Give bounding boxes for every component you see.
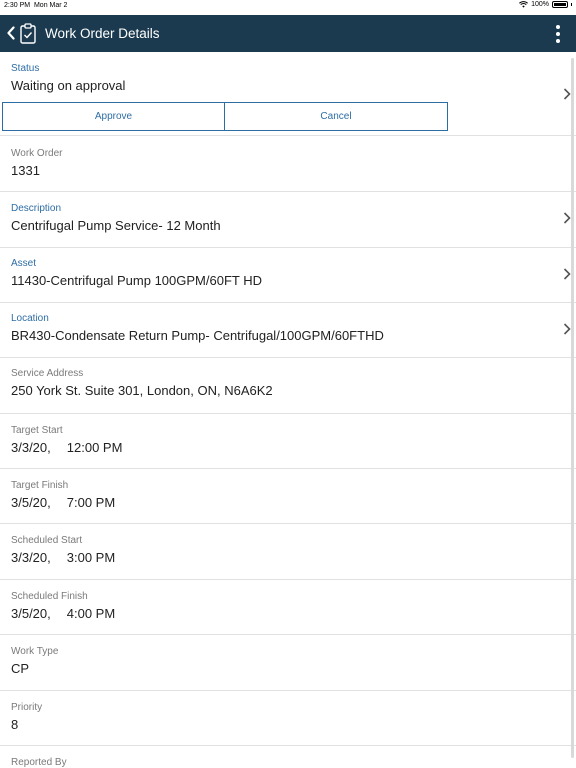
battery-percent: 100% [531, 1, 549, 8]
status-time: 2:30 PM Mon Mar 2 [4, 2, 68, 9]
field-value: 8 [11, 717, 19, 732]
status-value: Waiting on approval [11, 78, 126, 93]
field-label: Target Finish [11, 480, 69, 491]
field-work-type: Work Type CP [0, 635, 576, 691]
wifi-icon [519, 1, 529, 8]
page-title: Work Order Details [45, 26, 160, 41]
more-vertical-icon [556, 25, 560, 29]
status-right: 100% [519, 1, 572, 8]
field-label: Reported By [11, 757, 67, 768]
field-scheduled-start: Scheduled Start 3/3/20, 3:00 PM [0, 524, 576, 580]
chevron-left-icon [7, 26, 15, 40]
field-value: 3/5/20, 7:00 PM [11, 495, 116, 510]
app-header: Work Order Details [0, 15, 576, 52]
field-target-finish: Target Finish 3/5/20, 7:00 PM [0, 469, 576, 524]
field-value: Centrifugal Pump Service- 12 Month [11, 218, 221, 233]
field-label: Service Address [11, 368, 84, 379]
vertical-scrollbar[interactable] [571, 58, 574, 758]
field-label: Work Order [11, 148, 63, 159]
field-work-order: Work Order 1331 [0, 136, 576, 192]
field-label: Location [11, 313, 49, 324]
chevron-right-icon [563, 88, 571, 100]
field-asset[interactable]: Asset 11430-Centrifugal Pump 100GPM/60FT… [0, 248, 576, 303]
field-scheduled-finish: Scheduled Finish 3/5/20, 4:00 PM [0, 580, 576, 635]
field-label: Scheduled Finish [11, 591, 88, 602]
chevron-right-icon [563, 268, 571, 280]
field-label: Work Type [11, 646, 59, 657]
battery-icon [552, 1, 568, 8]
field-value: 3/5/20, 4:00 PM [11, 606, 116, 621]
field-reported-by: Reported By [0, 746, 576, 768]
field-description[interactable]: Description Centrifugal Pump Service- 12… [0, 192, 576, 248]
clipboard-check-icon [20, 23, 36, 44]
field-value: 250 York St. Suite 301, London, ON, N6A6… [11, 383, 273, 398]
field-label: Asset [11, 258, 37, 269]
field-value: 3/3/20, 12:00 PM [11, 440, 123, 455]
field-location[interactable]: Location BR430-Condensate Return Pump- C… [0, 303, 576, 358]
status-row[interactable]: Status Waiting on approval Approve Cance… [0, 52, 576, 136]
field-value: 1331 [11, 163, 40, 178]
field-label: Target Start [11, 425, 63, 436]
field-value: CP [11, 661, 30, 676]
field-label: Scheduled Start [11, 535, 83, 546]
field-label: Description [11, 203, 62, 214]
approve-button[interactable]: Approve [2, 102, 225, 131]
cancel-button[interactable]: Cancel [225, 102, 448, 131]
field-target-start: Target Start 3/3/20, 12:00 PM [0, 414, 576, 469]
field-value: 11430-Centrifugal Pump 100GPM/60FT HD [11, 273, 262, 288]
field-value: 3/3/20, 3:00 PM [11, 550, 116, 565]
status-actions: Approve Cancel [2, 102, 448, 131]
system-status-bar: 2:30 PM Mon Mar 2 100% [0, 0, 576, 15]
field-service-address: Service Address 250 York St. Suite 301, … [0, 358, 576, 414]
status-label: Status [11, 63, 40, 74]
field-label: Priority [11, 702, 43, 713]
field-value: BR430-Condensate Return Pump- Centrifuga… [11, 328, 384, 343]
more-options-button[interactable] [555, 25, 561, 43]
chevron-right-icon [563, 323, 571, 335]
field-priority: Priority 8 [0, 691, 576, 746]
back-button[interactable] [4, 23, 18, 43]
chevron-right-icon [563, 212, 571, 224]
